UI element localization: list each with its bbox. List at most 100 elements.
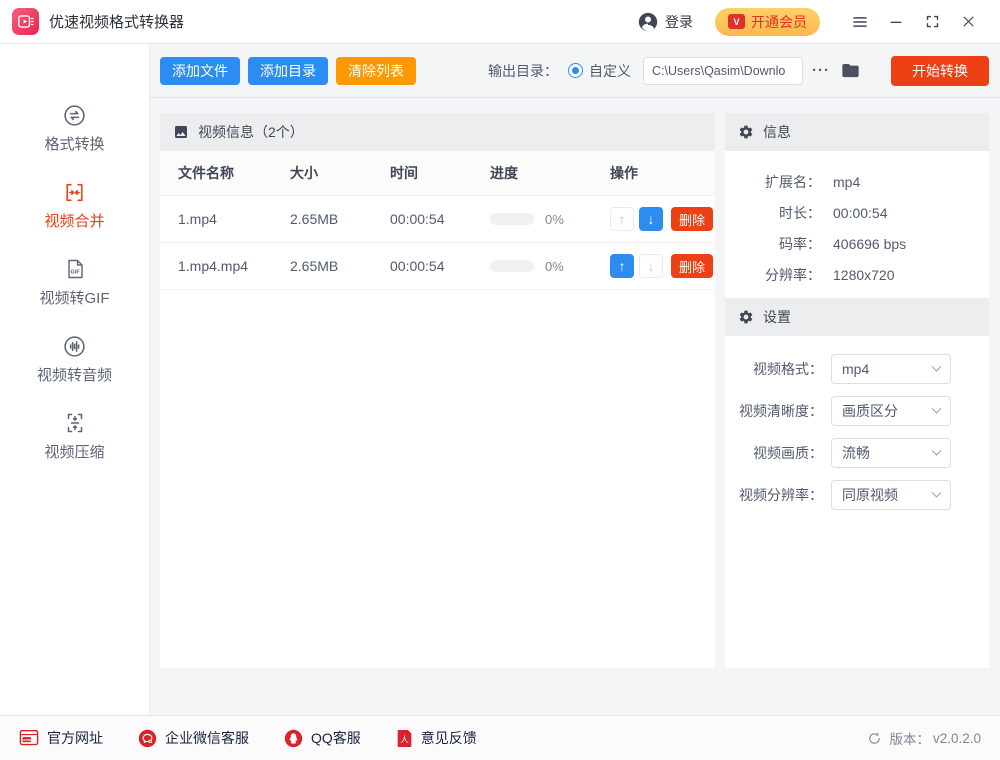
content-area: 添加文件 添加目录 清除列表 输出目录： 自定义 ··· 开始转换 xyxy=(150,44,1000,715)
delete-button[interactable]: 删除 xyxy=(671,207,714,231)
custom-dir-radio[interactable]: 自定义 xyxy=(568,61,631,81)
col-time: 时间 xyxy=(390,165,418,181)
chevron-down-icon xyxy=(931,403,942,414)
add-file-button[interactable]: 添加文件 xyxy=(160,56,240,85)
maximize-icon xyxy=(926,15,938,28)
qq-support-link[interactable]: QQ客服 xyxy=(284,728,361,748)
sidebar: 格式转换 视频合并 GIF 视频转GIF 视频转音频 视频压缩 xyxy=(0,44,150,715)
vip-button[interactable]: V 开通会员 xyxy=(715,7,820,36)
info-label: 扩展名： xyxy=(765,173,821,190)
output-path-input[interactable] xyxy=(643,56,803,85)
titlebar: 优速视频格式转换器 登录 V 开通会员 xyxy=(0,0,1000,44)
update-refresh-icon xyxy=(869,732,881,744)
sidebar-item-video-to-audio[interactable]: 视频转音频 xyxy=(0,333,149,385)
info-label: 分辨率： xyxy=(765,266,821,283)
video-quality-select[interactable]: 流畅 xyxy=(831,438,951,468)
sidebar-item-label: 视频合并 xyxy=(44,213,105,230)
website-icon: .com xyxy=(19,729,39,746)
select-value: 画质区分 xyxy=(842,403,898,419)
sidebar-item-label: 视频压缩 xyxy=(44,444,105,461)
browse-more-button[interactable]: ··· xyxy=(812,62,830,79)
info-row: 扩展名： mp4 xyxy=(725,166,989,197)
delete-button[interactable]: 删除 xyxy=(671,254,714,278)
chevron-down-icon xyxy=(931,445,942,456)
info-header: 信息 xyxy=(725,113,989,151)
feedback-link[interactable]: 人 意见反馈 xyxy=(396,728,477,748)
video-list-title: 视频信息（2个） xyxy=(198,124,304,140)
login-label: 登录 xyxy=(665,13,693,30)
file-size: 2.65MB xyxy=(290,211,339,227)
clear-list-button[interactable]: 清除列表 xyxy=(336,56,416,85)
version-label: 版本： xyxy=(889,732,930,747)
chevron-down-icon xyxy=(931,487,942,498)
progress-percent: 0% xyxy=(545,258,564,274)
menu-button[interactable] xyxy=(842,7,878,37)
setting-label: 视频清晰度： xyxy=(739,403,823,419)
table-row[interactable]: 1.mp4.mp4 2.65MB 00:00:54 0% ↑ ↓ 删除 xyxy=(160,243,715,290)
start-convert-button[interactable]: 开始转换 xyxy=(891,55,989,86)
select-value: 同原视频 xyxy=(842,487,898,503)
format-convert-icon xyxy=(0,102,149,128)
svg-text:人: 人 xyxy=(400,734,409,744)
setting-row: 视频清晰度： 画质区分 xyxy=(725,396,989,426)
gear-icon xyxy=(739,125,753,139)
version-value: v2.0.2.0 xyxy=(932,730,981,746)
settings-header: 设置 xyxy=(725,298,989,336)
settings-title: 设置 xyxy=(763,309,791,325)
folder-icon xyxy=(842,63,859,78)
qq-icon xyxy=(284,729,303,747)
move-down-button[interactable]: ↓ xyxy=(639,207,663,231)
setting-row: 视频格式： mp4 xyxy=(725,354,989,384)
login-button[interactable]: 登录 xyxy=(637,11,693,33)
col-progress: 进度 xyxy=(490,165,518,181)
video-format-select[interactable]: mp4 xyxy=(831,354,951,384)
vip-icon: V xyxy=(728,14,745,29)
app-logo-icon xyxy=(12,8,39,35)
footer-link-label: 意见反馈 xyxy=(420,730,477,746)
chevron-down-icon xyxy=(931,361,942,372)
sidebar-item-video-merge[interactable]: 视频合并 xyxy=(0,179,149,231)
table-row[interactable]: 1.mp4 2.65MB 00:00:54 0% ↑ ↓ 删除 xyxy=(160,196,715,243)
feedback-icon: 人 xyxy=(397,729,412,747)
toolbar: 添加文件 添加目录 清除列表 输出目录： 自定义 ··· 开始转换 xyxy=(150,44,1000,98)
file-duration: 00:00:54 xyxy=(390,258,445,274)
close-icon xyxy=(963,16,973,27)
minimize-button[interactable] xyxy=(878,7,914,37)
setting-row: 视频画质： 流畅 xyxy=(725,438,989,468)
video-info-icon xyxy=(175,126,187,138)
move-up-button: ↑ xyxy=(610,207,634,231)
info-value: 1280x720 xyxy=(833,266,895,283)
table-header-row: 文件名称 大小 时间 进度 操作 xyxy=(160,151,715,196)
move-up-button[interactable]: ↑ xyxy=(610,254,634,278)
sidebar-item-video-compress[interactable]: 视频压缩 xyxy=(0,410,149,462)
custom-dir-radio-label: 自定义 xyxy=(589,62,631,79)
gear-icon xyxy=(739,310,753,324)
progress-percent: 0% xyxy=(545,211,564,227)
info-row: 分辨率： 1280x720 xyxy=(725,259,989,290)
app-title: 优速视频格式转换器 xyxy=(49,14,185,31)
sidebar-item-label: 格式转换 xyxy=(44,136,105,153)
open-folder-button[interactable] xyxy=(840,60,861,81)
file-name: 1.mp4 xyxy=(178,211,217,227)
audio-wave-icon xyxy=(0,333,149,359)
compress-icon xyxy=(0,410,149,436)
official-website-link[interactable]: .com 官方网址 xyxy=(19,728,103,748)
sidebar-item-label: 视频转GIF xyxy=(39,290,110,307)
output-dir-label: 输出目录： xyxy=(488,62,558,79)
file-size: 2.65MB xyxy=(290,258,339,274)
video-list-header: 视频信息（2个） xyxy=(160,113,715,151)
hamburger-icon xyxy=(853,16,867,27)
wecom-support-link[interactable]: 企业微信客服 xyxy=(138,728,249,748)
info-value: mp4 xyxy=(833,173,861,190)
close-button[interactable] xyxy=(950,7,986,37)
vip-label: 开通会员 xyxy=(751,13,807,30)
minimize-icon xyxy=(890,21,902,23)
sidebar-item-video-to-gif[interactable]: GIF 视频转GIF xyxy=(0,256,149,308)
video-resolution-select[interactable]: 同原视频 xyxy=(831,480,951,510)
setting-label: 视频格式： xyxy=(753,361,823,377)
add-directory-button[interactable]: 添加目录 xyxy=(248,56,328,85)
sidebar-item-format-convert[interactable]: 格式转换 xyxy=(0,102,149,154)
video-clarity-select[interactable]: 画质区分 xyxy=(831,396,951,426)
svg-text:GIF: GIF xyxy=(70,269,80,275)
maximize-button[interactable] xyxy=(914,7,950,37)
